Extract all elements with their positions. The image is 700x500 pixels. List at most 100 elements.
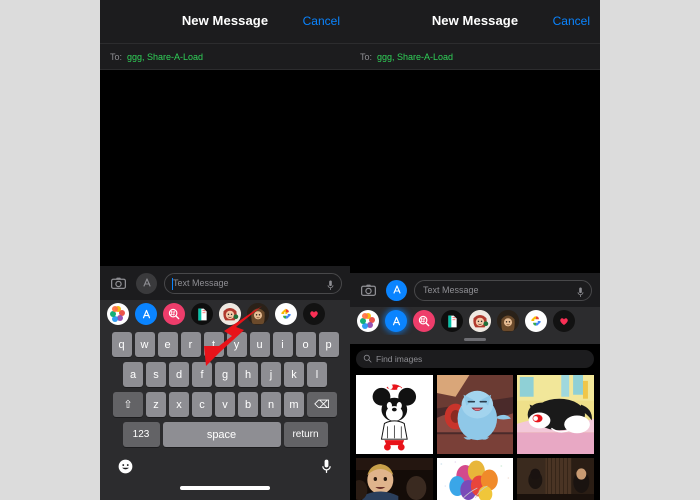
- key-c[interactable]: c: [192, 392, 212, 417]
- cancel-button[interactable]: Cancel: [303, 14, 340, 28]
- key-h[interactable]: h: [238, 362, 258, 387]
- key-n[interactable]: n: [261, 392, 281, 417]
- images-search-icon[interactable]: [163, 303, 185, 325]
- key-o[interactable]: o: [295, 332, 316, 357]
- key-v[interactable]: v: [215, 392, 235, 417]
- search-input[interactable]: Find images: [356, 350, 594, 368]
- key-i[interactable]: i: [272, 332, 293, 357]
- recipient-field[interactable]: To: ggg, Share-A-Load: [100, 44, 350, 70]
- keyboard-bottom-bar: [100, 452, 350, 486]
- numbers-key[interactable]: 123: [122, 422, 160, 447]
- key-j[interactable]: j: [261, 362, 281, 387]
- screenshot-stage: New Message Cancel To: ggg, Share-A-Load: [0, 0, 700, 500]
- key-g[interactable]: g: [215, 362, 235, 387]
- photos-flower-icon[interactable]: [107, 303, 129, 325]
- document-icon[interactable]: [441, 310, 463, 332]
- search-placeholder: Find images: [376, 354, 423, 364]
- key-a[interactable]: a: [123, 362, 143, 387]
- key-f[interactable]: f: [192, 362, 212, 387]
- thumb-man-hallway[interactable]: [517, 458, 594, 500]
- thumb-balloons[interactable]: [436, 458, 514, 500]
- camera-icon[interactable]: [108, 273, 129, 294]
- thumb-blue-cat[interactable]: [436, 375, 514, 454]
- on-screen-keyboard[interactable]: q w e r t y u i o p a s d f g h j k l ⇧ …: [100, 328, 350, 452]
- message-input[interactable]: Text Message: [414, 279, 592, 303]
- app-store-icon[interactable]: [136, 272, 157, 294]
- return-key[interactable]: return: [283, 422, 328, 447]
- key-q[interactable]: q: [111, 332, 132, 357]
- keyboard-row-4: 123 space return: [102, 422, 348, 447]
- search-icon: [363, 350, 372, 368]
- message-placeholder: Text Message: [423, 285, 479, 295]
- microphone-icon[interactable]: [327, 278, 334, 296]
- image-picker-panel: Find images: [350, 344, 600, 500]
- space-key[interactable]: space: [162, 422, 281, 447]
- navigation-bar: New Message Cancel: [100, 0, 350, 44]
- key-u[interactable]: u: [249, 332, 270, 357]
- images-search-icon[interactable]: [413, 310, 435, 332]
- key-k[interactable]: k: [284, 362, 304, 387]
- recipient-label: To:: [110, 51, 123, 62]
- text-caret: [172, 277, 173, 290]
- recipient-label: To:: [360, 51, 373, 62]
- recipient-value: ggg, Share-A-Load: [127, 51, 204, 62]
- memoji-red-icon[interactable]: [469, 310, 491, 332]
- message-input-bar: Text Message: [350, 273, 600, 307]
- photos-flower-icon[interactable]: [357, 310, 379, 332]
- keyboard-row-1: q w e r t y u i o p: [102, 332, 348, 357]
- imessage-app-drawer[interactable]: [100, 300, 350, 328]
- message-placeholder: Text Message: [173, 278, 229, 288]
- delete-key[interactable]: ⌫: [307, 392, 337, 417]
- message-input-bar: Text Message: [100, 266, 350, 300]
- key-x[interactable]: x: [169, 392, 189, 417]
- document-icon[interactable]: [191, 303, 213, 325]
- message-input[interactable]: Text Message: [164, 272, 342, 296]
- phone-screenshot-right: New Message Cancel To: ggg, Share-A-Load: [350, 0, 600, 500]
- thumb-sylvester-cat[interactable]: [517, 375, 594, 454]
- thumb-man-crowd[interactable]: [356, 458, 433, 500]
- conversation-area: [350, 70, 600, 273]
- imessage-app-drawer[interactable]: [350, 307, 600, 335]
- music-heart-icon[interactable]: [303, 303, 325, 325]
- key-r[interactable]: r: [180, 332, 201, 357]
- key-y[interactable]: y: [226, 332, 247, 357]
- keyboard-row-3: ⇧ z x c v b n m ⌫: [102, 392, 348, 417]
- memoji-red-icon[interactable]: [219, 303, 241, 325]
- cancel-button[interactable]: Cancel: [553, 14, 590, 28]
- key-w[interactable]: w: [134, 332, 155, 357]
- image-results-grid: [356, 375, 594, 500]
- thumb-minnie-mouse[interactable]: [356, 375, 433, 454]
- memoji-brown-icon[interactable]: [497, 310, 519, 332]
- microphone-icon[interactable]: [577, 285, 584, 303]
- shift-key[interactable]: ⇧: [113, 392, 143, 417]
- key-z[interactable]: z: [146, 392, 166, 417]
- phone-screenshot-left: New Message Cancel To: ggg, Share-A-Load: [100, 0, 350, 500]
- emoji-smiley-icon[interactable]: [118, 459, 133, 479]
- key-m[interactable]: m: [284, 392, 304, 417]
- app-store-icon[interactable]: [385, 310, 407, 332]
- google-photos-icon[interactable]: [525, 310, 547, 332]
- key-d[interactable]: d: [169, 362, 189, 387]
- key-e[interactable]: e: [157, 332, 178, 357]
- key-s[interactable]: s: [146, 362, 166, 387]
- keyboard-row-2: a s d f g h j k l: [102, 362, 348, 387]
- recipient-value: ggg, Share-A-Load: [377, 51, 454, 62]
- app-store-icon[interactable]: [135, 303, 157, 325]
- conversation-area: [100, 70, 350, 266]
- recipient-field[interactable]: To: ggg, Share-A-Load: [350, 44, 600, 70]
- key-l[interactable]: l: [307, 362, 327, 387]
- home-indicator: [100, 486, 350, 500]
- messages-screen-right: New Message Cancel To: ggg, Share-A-Load: [350, 0, 600, 500]
- sheet-grabber[interactable]: [350, 335, 600, 344]
- messages-screen-left: New Message Cancel To: ggg, Share-A-Load: [100, 0, 350, 500]
- key-b[interactable]: b: [238, 392, 258, 417]
- key-t[interactable]: t: [203, 332, 224, 357]
- music-heart-icon[interactable]: [553, 310, 575, 332]
- dictation-microphone-icon[interactable]: [321, 459, 332, 479]
- memoji-brown-icon[interactable]: [247, 303, 269, 325]
- google-photos-icon[interactable]: [275, 303, 297, 325]
- navigation-bar: New Message Cancel: [350, 0, 600, 44]
- app-store-icon[interactable]: [386, 279, 407, 301]
- camera-icon[interactable]: [358, 280, 379, 301]
- key-p[interactable]: p: [318, 332, 339, 357]
